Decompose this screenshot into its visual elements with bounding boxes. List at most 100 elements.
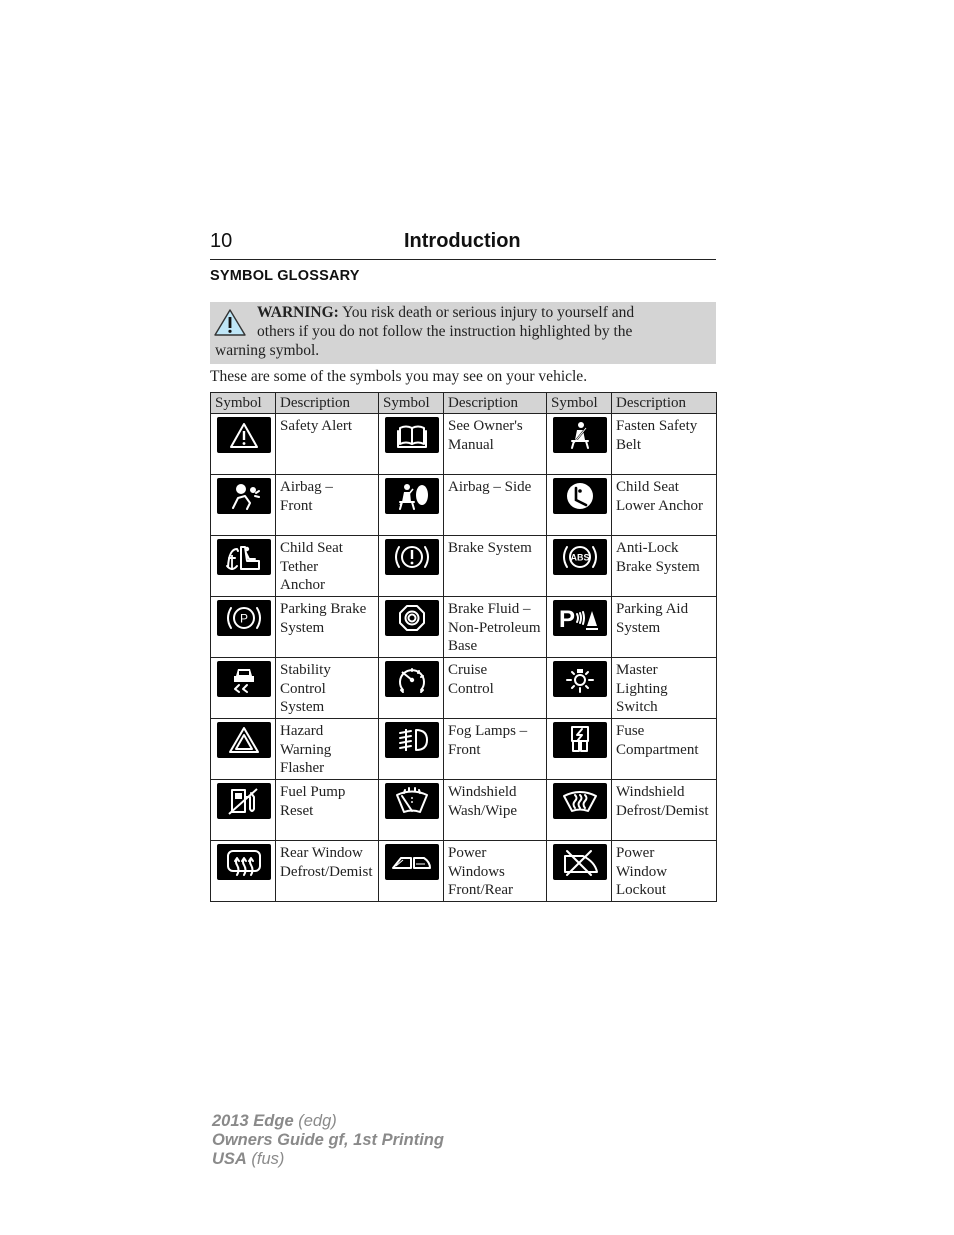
svg-text:ABS: ABS [570, 553, 589, 563]
warning-text-line3: warning symbol. [215, 342, 320, 359]
symbol-cell [210, 657, 276, 719]
warning-text-line1: You risk death or serious injury to your… [338, 304, 635, 321]
description-cell: Power Windows Front/Rear [443, 840, 547, 902]
cruise-control-icon-glyph [399, 668, 425, 693]
description-line: Wash/Wipe [448, 802, 518, 819]
description-line: Lighting [616, 680, 668, 697]
fuel-pump-reset-icon [217, 783, 271, 819]
symbol-cell [378, 535, 444, 597]
brake-fluid-icon-glyph [399, 605, 425, 631]
description-line: Hazard [280, 723, 324, 739]
windshield-wash-wipe-icon [385, 783, 439, 819]
description-line: Front/Rear [448, 882, 513, 898]
brake-fluid-icon [385, 600, 439, 636]
abs-icon-glyph: ABS [563, 546, 597, 568]
warning-text-line2: others if you do not follow the instruct… [257, 323, 633, 340]
safety-alert-icon [217, 417, 271, 453]
description-line: Master [616, 662, 658, 678]
owners-manual-icon-glyph [397, 425, 427, 448]
description-line: Windshield [448, 784, 517, 800]
description-line: Child Seat [616, 479, 679, 495]
symbol-cell [546, 718, 612, 780]
description-line: Defrost/Demist [616, 802, 709, 819]
footer: 2013 Edge (edg) Owners Guide gf, 1st Pri… [212, 1112, 444, 1169]
safety-alert-icon-glyph [230, 423, 258, 448]
description-cell: Safety Alert [275, 413, 379, 475]
description-line: Base [448, 638, 478, 654]
fog-lamps-icon-glyph [399, 729, 428, 751]
description-line: Compartment [616, 741, 699, 758]
description-line: Parking Aid [616, 601, 689, 617]
hazard-flasher-icon-glyph [229, 727, 259, 753]
header-symbol: Symbol [378, 392, 444, 414]
description-cell: See Owner's Manual [443, 413, 547, 475]
symbol-cell [546, 413, 612, 475]
symbol-cell [546, 474, 612, 536]
seat-belt-icon-glyph [571, 422, 589, 449]
table-row: Hazard Warning Flasher Fog Lamps – Front Fuse… [210, 718, 717, 780]
description-line: Lower Anchor [616, 497, 704, 514]
description-cell: Parking Aid System [611, 596, 717, 658]
symbol-cell [546, 840, 612, 902]
description-line: Rear Window [280, 845, 363, 861]
brake-system-icon-glyph [395, 546, 429, 568]
description-line: Airbag – [280, 479, 333, 495]
table-row: Rear Window Defrost/Demist Power Windows Fro… [210, 840, 717, 902]
description-cell: Airbag – Side [443, 474, 547, 536]
symbol-cell [210, 779, 276, 841]
description-line: Power [616, 845, 655, 861]
description-cell: Child Seat Tether Anchor [275, 535, 379, 597]
symbol-cell [210, 718, 276, 780]
abs-icon: ABS [553, 539, 607, 575]
header-description: Description [275, 392, 379, 414]
child-seat-lower-anchor-icon-glyph [567, 483, 593, 509]
footer-model: 2013 Edge [212, 1112, 294, 1130]
description-line: Fuse [616, 723, 645, 739]
master-lighting-icon-glyph [566, 669, 594, 693]
description-line: Non-Petroleum [448, 619, 541, 636]
symbol-cell [210, 535, 276, 597]
header-rule [210, 259, 716, 260]
svg-text:P: P [240, 612, 248, 626]
symbol-cell [378, 779, 444, 841]
description-line: Fuel Pump [280, 784, 346, 800]
header-description: Description [443, 392, 547, 414]
brake-system-icon [385, 539, 439, 575]
description-line: Brake System [616, 558, 700, 575]
symbol-cell [378, 596, 444, 658]
symbol-glossary-table: Symbol Description Symbol Description Sy… [210, 392, 717, 902]
child-seat-lower-anchor-icon [553, 478, 607, 514]
table-row: Safety Alert See Owner's Manual Fasten Safe… [210, 413, 717, 475]
description-line: Manual [448, 436, 494, 453]
chapter-title: Introduction [404, 230, 521, 252]
description-line: Tether [280, 558, 319, 575]
hazard-flasher-icon [217, 722, 271, 758]
child-seat-tether-anchor-icon-glyph [226, 546, 260, 570]
description-line: Window [616, 863, 668, 880]
symbol-cell: P [210, 596, 276, 658]
description-line: Safety Alert [280, 418, 353, 434]
symbol-cell [546, 779, 612, 841]
symbol-cell: P [546, 596, 612, 658]
description-line: Brake System [448, 540, 532, 556]
description-cell: Rear Window Defrost/Demist [275, 840, 379, 902]
owners-manual-icon [385, 417, 439, 453]
description-cell: Windshield Defrost/Demist [611, 779, 717, 841]
description-line: Fog Lamps – [448, 723, 528, 739]
description-line: Cruise [448, 662, 488, 678]
description-line: Flasher [280, 760, 325, 776]
symbol-cell [378, 657, 444, 719]
rear-window-defrost-icon-glyph [227, 850, 261, 876]
symbol-cell [210, 413, 276, 475]
windshield-defrost-icon-glyph [563, 791, 597, 812]
symbol-cell: ABS [546, 535, 612, 597]
description-line: Belt [616, 436, 641, 453]
warning-label: WARNING: [257, 304, 339, 321]
description-cell: Child Seat Lower Anchor [611, 474, 717, 536]
fuse-icon [553, 722, 607, 758]
description-cell: Power Window Lockout [611, 840, 717, 902]
description-line: See Owner's [448, 418, 523, 434]
description-line: Power [448, 845, 487, 861]
seat-belt-icon [553, 417, 607, 453]
description-line: Parking Brake [280, 601, 367, 617]
